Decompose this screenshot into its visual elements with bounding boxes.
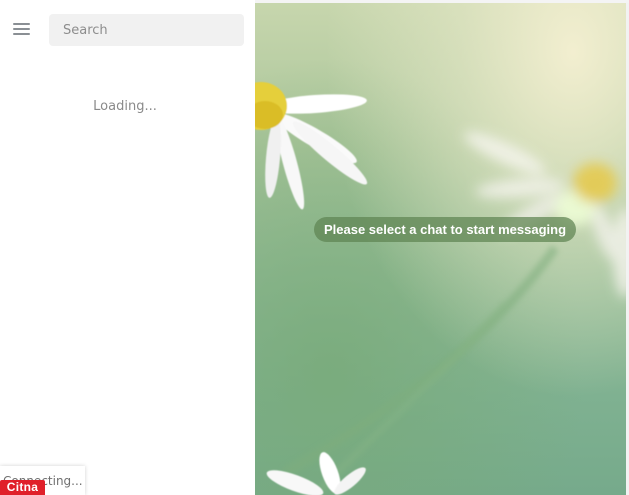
hamburger-menu-icon[interactable] [11, 20, 33, 40]
chat-background [255, 3, 629, 495]
daisy-background-image [255, 82, 629, 495]
watermark-logo: Citna [0, 480, 45, 495]
app-window: Loading... [0, 0, 629, 495]
search-input[interactable] [49, 14, 244, 46]
loading-text: Loading... [93, 99, 157, 114]
menu-bar [13, 33, 30, 35]
menu-bar [13, 28, 30, 30]
sidebar: Loading... [0, 0, 255, 495]
empty-chat-message: Please select a chat to start messaging [314, 217, 576, 242]
menu-bar [13, 23, 30, 25]
